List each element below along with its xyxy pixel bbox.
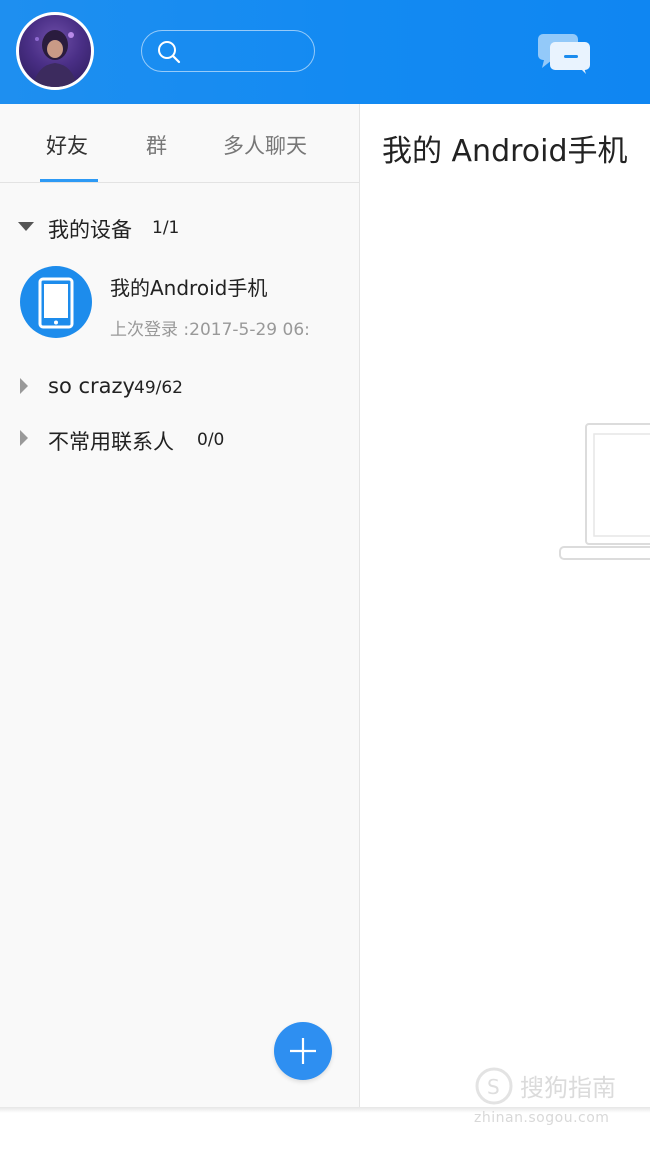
group-my-devices[interactable]: 我的设备 1/1 <box>0 206 359 246</box>
tab-multichat[interactable]: 多人聊天 <box>223 130 307 160</box>
group-infrequent-contacts[interactable]: 不常用联系人 0/0 <box>0 418 359 458</box>
group-count: 0/0 <box>197 430 225 450</box>
group-name: so crazy <box>48 374 135 398</box>
last-login-text: 上次登录 :2017-5-29 06: <box>110 320 310 340</box>
group-so-crazy[interactable]: so crazy 49/62 <box>0 366 359 406</box>
search-icon <box>158 41 181 64</box>
chevron-right-icon <box>20 430 28 446</box>
group-name: 不常用联系人 <box>48 430 174 454</box>
laptop-illustration <box>559 423 650 560</box>
group-count: 49/62 <box>134 378 183 398</box>
chevron-down-icon <box>18 222 34 231</box>
avatar-image <box>33 30 77 87</box>
chevron-right-icon <box>20 378 28 394</box>
phone-device-icon <box>38 277 74 329</box>
contact-name: 我的Android手机 <box>110 276 268 300</box>
watermark-url: zhinan.sogou.com <box>474 1110 610 1126</box>
contacts-panel: 好友 群 多人聊天 我的设备 1/1 我的Android手机 上次登录 :201… <box>0 104 360 1107</box>
add-button[interactable] <box>274 1022 332 1080</box>
watermark-text: 搜狗指南 <box>520 1074 616 1102</box>
tab-friends[interactable]: 好友 <box>46 130 88 160</box>
user-avatar[interactable] <box>16 12 94 90</box>
active-tab-indicator <box>40 179 98 182</box>
search-input[interactable] <box>141 30 315 72</box>
group-count: 1/1 <box>152 218 180 238</box>
contact-tabs: 好友 群 多人聊天 <box>0 104 359 183</box>
svg-text:S: S <box>487 1075 500 1099</box>
plus-icon <box>290 1038 316 1064</box>
chat-title: 我的 Android手机 <box>382 134 628 169</box>
top-bar <box>0 0 650 104</box>
list-item[interactable]: 我的Android手机 上次登录 :2017-5-29 06: <box>0 260 359 350</box>
group-name: 我的设备 <box>48 218 132 242</box>
tab-groups[interactable]: 群 <box>146 130 167 160</box>
chat-bubbles-icon[interactable] <box>536 32 592 74</box>
contact-avatar <box>20 266 92 338</box>
